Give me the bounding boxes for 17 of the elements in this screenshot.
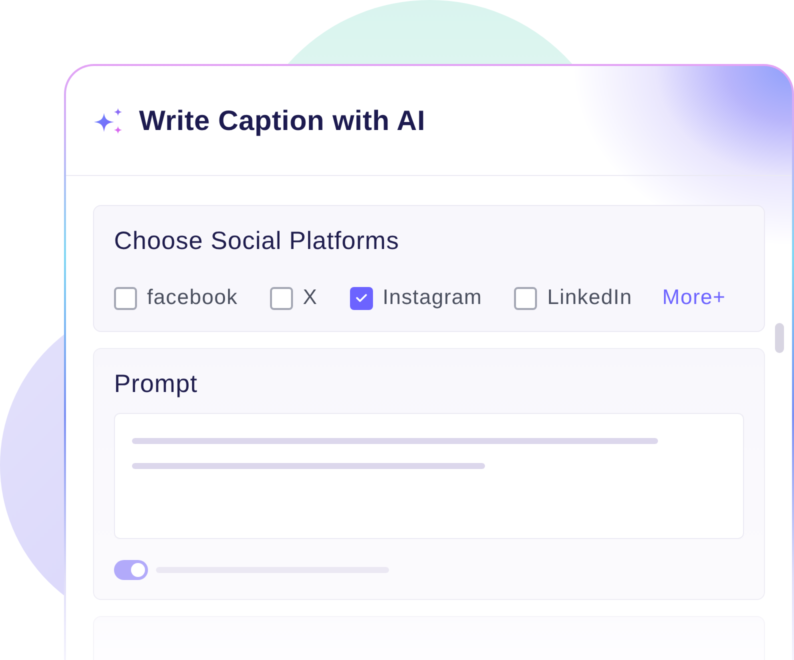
toggle-switch[interactable] — [114, 560, 148, 580]
checkbox-label: X — [302, 285, 318, 311]
checkbox[interactable] — [114, 286, 137, 310]
window-title: Write Caption with AI — [139, 104, 426, 138]
more-link[interactable]: More+ — [662, 285, 726, 311]
section-title: Prompt — [114, 369, 199, 399]
checkbox-label: facebook — [147, 285, 238, 311]
sparkle-icon — [94, 108, 124, 134]
checkbox[interactable] — [270, 286, 293, 310]
prompt-field[interactable] — [114, 413, 744, 539]
section-title: Choose Social Platforms — [114, 226, 400, 256]
checkbox-label: LinkedIn — [547, 285, 632, 311]
check-icon — [356, 294, 367, 302]
checkbox-label: Instagram — [382, 285, 482, 311]
checkbox[interactable] — [350, 286, 373, 310]
checkbox[interactable] — [514, 286, 538, 310]
scrollbar-thumb[interactable] — [775, 323, 784, 353]
